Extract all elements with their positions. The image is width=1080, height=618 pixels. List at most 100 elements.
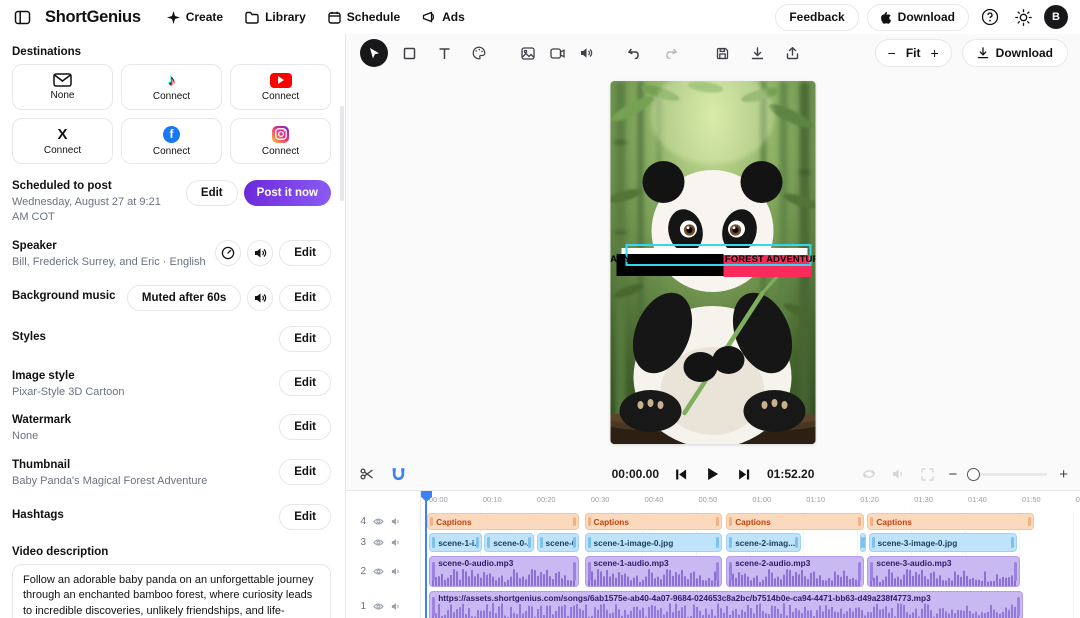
timeline-clip-captions-1[interactable]: Captions [585, 513, 722, 530]
clip-left-handle[interactable] [430, 517, 433, 527]
download-video-button[interactable]: Download [962, 39, 1068, 67]
timeline-clip-image-3[interactable]: scene-1-image-0.jpg [585, 533, 722, 552]
nav-ads[interactable]: Ads [414, 4, 473, 30]
timeline-zoom-knob[interactable] [967, 468, 980, 481]
clip-left-handle[interactable] [729, 517, 732, 527]
feedback-button[interactable]: Feedback [775, 4, 858, 31]
add-audio-button[interactable] [575, 39, 597, 67]
clip-right-handle[interactable] [1011, 537, 1014, 548]
clip-right-handle[interactable] [858, 562, 861, 581]
clip-right-handle[interactable] [716, 562, 719, 581]
speaker-volume-icon[interactable] [391, 602, 401, 611]
add-image-button[interactable] [517, 39, 539, 67]
thumbnail-edit-button[interactable]: Edit [279, 459, 331, 485]
clip-left-handle[interactable] [588, 537, 591, 548]
clip-right-handle[interactable] [528, 537, 531, 548]
destination-instagram[interactable]: Connect [230, 118, 331, 164]
split-button[interactable] [358, 465, 376, 483]
clip-right-handle[interactable] [573, 537, 576, 548]
styles-edit-button[interactable]: Edit [279, 326, 331, 352]
video-preview[interactable]: BABY PANDA'S MAGICAL FOREST ADVENTURE [611, 81, 816, 444]
clip-left-handle[interactable] [863, 537, 865, 548]
text-tool-button[interactable] [430, 39, 458, 67]
clip-right-handle[interactable] [716, 537, 719, 548]
clip-left-handle[interactable] [729, 537, 732, 548]
account-button[interactable]: B [1044, 5, 1068, 29]
clip-right-handle[interactable] [573, 517, 576, 527]
speaker-volume-icon[interactable] [391, 538, 401, 547]
timeline-clip-image-1[interactable]: scene-0-... [484, 533, 534, 552]
timeline-mute-button[interactable] [890, 466, 907, 482]
select-tool-button[interactable] [360, 39, 388, 67]
clip-right-handle[interactable] [795, 537, 798, 548]
timeline-zoom-out-button[interactable]: − [948, 467, 957, 482]
export-button[interactable] [778, 39, 806, 67]
scheduled-edit-button[interactable]: Edit [186, 180, 238, 206]
destination-youtube[interactable]: Connect [230, 64, 331, 110]
clip-left-handle[interactable] [729, 562, 732, 581]
timeline-zoom-slider[interactable] [969, 473, 1047, 476]
speaker-volume-button[interactable] [247, 240, 273, 266]
theme-toggle-button[interactable] [1011, 5, 1036, 30]
music-muted-button[interactable]: Muted after 60s [127, 285, 241, 311]
save-button[interactable] [708, 39, 736, 67]
timeline-ruler[interactable]: 00:0000:1000:2000:3000:4000:5001:0001:10… [426, 491, 1080, 511]
timeline-clip-audio-1[interactable]: scene-1-audio.mp3 [585, 556, 722, 587]
fullscreen-button[interactable] [919, 466, 936, 483]
eye-icon[interactable] [373, 567, 384, 576]
destination-x[interactable]: X Connect [12, 118, 113, 164]
clip-right-handle[interactable] [1014, 562, 1017, 581]
timeline-clip-audio-3[interactable]: scene-3-audio.mp3 [867, 556, 1020, 587]
clip-right-handle[interactable] [1017, 597, 1020, 616]
clip-left-handle[interactable] [872, 537, 875, 548]
editor-canvas[interactable]: BABY PANDA'S MAGICAL FOREST ADVENTURE [346, 72, 1080, 458]
timeline-clip-image-5[interactable]: s [860, 533, 865, 552]
eye-icon[interactable] [373, 517, 384, 526]
destination-email[interactable]: None [12, 64, 113, 110]
timeline-clip-audio-2[interactable]: scene-2-audio.mp3 [726, 556, 864, 587]
nav-schedule[interactable]: Schedule [320, 4, 408, 30]
speaker-speed-button[interactable] [215, 240, 241, 266]
speaker-edit-button[interactable]: Edit [279, 240, 331, 266]
clip-left-handle[interactable] [870, 562, 873, 581]
clip-right-handle[interactable] [860, 537, 862, 548]
clip-left-handle[interactable] [432, 562, 435, 581]
destination-tiktok[interactable]: ♪ Connect [121, 64, 222, 110]
watermark-edit-button[interactable]: Edit [279, 414, 331, 440]
post-it-now-button[interactable]: Post it now [244, 180, 331, 206]
music-edit-button[interactable]: Edit [279, 285, 331, 311]
clip-left-handle[interactable] [588, 517, 591, 527]
timeline-clip-audio-0[interactable]: scene-0-audio.mp3 [429, 556, 579, 587]
speaker-volume-icon[interactable] [391, 517, 401, 526]
hashtags-edit-button[interactable]: Edit [279, 504, 331, 530]
clip-right-handle[interactable] [1028, 517, 1031, 527]
nav-create[interactable]: Create [159, 4, 231, 30]
clip-left-handle[interactable] [487, 537, 490, 548]
timeline-zoom-in-button[interactable]: + [1059, 467, 1068, 482]
undo-button[interactable] [621, 39, 649, 67]
download-tool-button[interactable] [743, 39, 771, 67]
shape-tool-button[interactable] [395, 39, 423, 67]
timeline-clip-image-6[interactable]: scene-3-image-0.jpg [869, 533, 1018, 552]
style-tool-button[interactable] [465, 39, 493, 67]
clip-left-handle[interactable] [432, 597, 435, 616]
skip-start-button[interactable] [673, 466, 690, 483]
eye-icon[interactable] [373, 538, 384, 547]
eye-icon[interactable] [373, 602, 384, 611]
timeline-clip-image-0[interactable]: scene-1-i... [429, 533, 482, 552]
clip-right-handle[interactable] [716, 517, 719, 527]
timeline-clip-image-4[interactable]: scene-2-imag... [726, 533, 801, 552]
download-app-button[interactable]: Download [867, 4, 969, 31]
snap-toggle-button[interactable] [390, 465, 407, 483]
speaker-volume-icon[interactable] [391, 567, 401, 576]
image-style-edit-button[interactable]: Edit [279, 370, 331, 396]
video-description-textarea[interactable]: Follow an adorable baby panda on an unfo… [12, 564, 331, 618]
add-video-button[interactable] [546, 39, 568, 67]
loop-button[interactable] [860, 466, 878, 482]
redo-button[interactable] [656, 39, 684, 67]
play-button[interactable] [704, 465, 722, 483]
skip-end-button[interactable] [736, 466, 753, 483]
sidebar-scrollbar[interactable] [340, 106, 344, 201]
zoom-out-button[interactable]: − [888, 46, 896, 60]
zoom-fit-button[interactable]: Fit [906, 46, 921, 60]
